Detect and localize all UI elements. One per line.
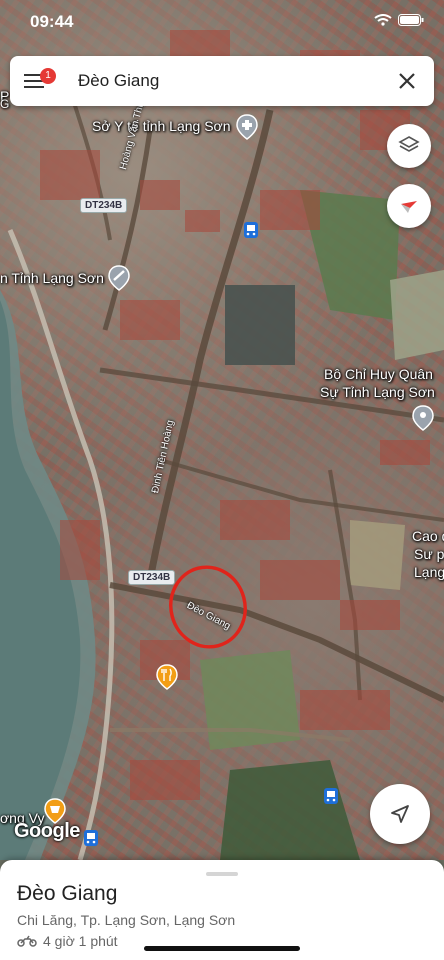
military-pin-icon[interactable] xyxy=(412,405,434,431)
compass-icon xyxy=(401,201,417,213)
wifi-icon xyxy=(374,14,392,26)
layers-button[interactable] xyxy=(387,124,431,168)
government-pin-icon[interactable] xyxy=(108,265,130,291)
close-icon[interactable] xyxy=(394,68,420,94)
place-bottom-sheet[interactable]: Đèo Giang Chi Lăng, Tp. Lạng Sơn, Lạng S… xyxy=(0,860,444,960)
map-label-province: n Tỉnh Lạng Sơn xyxy=(0,270,104,286)
map-label-cao-1: Cao đ xyxy=(412,528,444,544)
google-logo: Google xyxy=(14,820,80,842)
map-label-cao-2: Sư p xyxy=(414,546,444,562)
sheet-drag-handle[interactable] xyxy=(206,872,238,876)
map-view[interactable]: P G Sở Y tế tỉnh Lạng Sơn n Tỉnh Lạng Sơ… xyxy=(0,0,444,860)
layers-icon xyxy=(398,136,420,152)
bus-stop-icon-2[interactable] xyxy=(324,788,338,804)
restaurant-pin-icon[interactable] xyxy=(156,664,178,690)
motorbike-icon xyxy=(17,935,37,947)
navigate-button[interactable] xyxy=(370,784,430,844)
home-indicator xyxy=(144,946,300,951)
map-label-military-2: Sự Tỉnh Lạng Sơn xyxy=(320,384,435,400)
battery-icon xyxy=(398,14,424,26)
route-shield-dt234b: DT234B xyxy=(80,198,128,213)
map-label-cao-3: Lạng xyxy=(414,564,444,580)
place-name: Đèo Giang xyxy=(17,882,118,905)
place-address: Chi Lăng, Tp. Lạng Sơn, Lạng Sơn xyxy=(17,912,236,928)
bus-stop-icon-3[interactable] xyxy=(84,830,98,846)
status-icons xyxy=(374,14,424,26)
notification-badge: 1 xyxy=(40,68,56,84)
compass-button[interactable] xyxy=(387,184,431,228)
search-query[interactable]: Đèo Giang xyxy=(78,71,159,91)
hospital-pin-icon[interactable] xyxy=(236,114,258,140)
bus-stop-icon[interactable] xyxy=(244,222,258,238)
travel-info[interactable]: 4 giờ 1 phút xyxy=(17,933,118,949)
status-time: 09:44 xyxy=(30,12,74,31)
route-shield-dt234b-mid: DT234B xyxy=(128,570,176,585)
travel-time: 4 giờ 1 phút xyxy=(43,933,118,949)
search-bar[interactable]: 1 Đèo Giang xyxy=(10,56,434,106)
status-bar: 09:44 xyxy=(0,0,444,44)
map-label-edge-top2: G xyxy=(0,97,10,111)
map-label-military-1: Bộ Chỉ Huy Quân xyxy=(324,366,433,382)
navigation-arrow-icon xyxy=(391,805,409,823)
map-label-hospital: Sở Y tế tỉnh Lạng Sơn xyxy=(92,118,231,134)
